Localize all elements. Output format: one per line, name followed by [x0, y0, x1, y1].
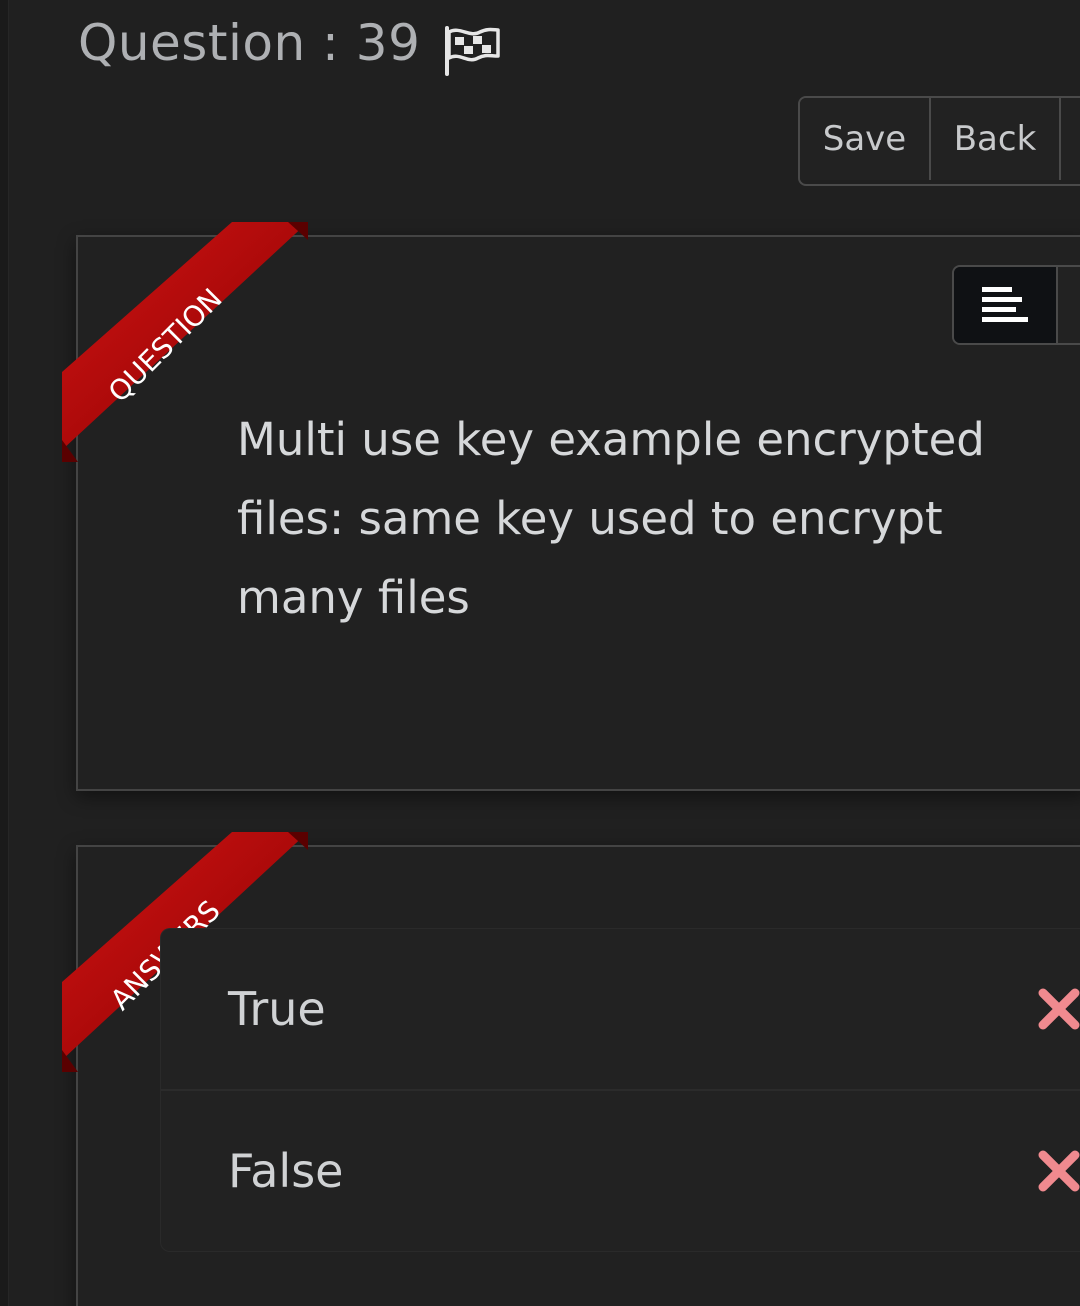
- left-edge-divider: [0, 0, 9, 1306]
- question-number-title: Question : 39: [78, 14, 421, 72]
- x-icon: [1038, 1150, 1080, 1192]
- answer-list: True False: [160, 928, 1080, 1252]
- quiz-page: Question : 39 Save Back QUESTION Multi u…: [0, 0, 1080, 1306]
- answer-label: True: [228, 982, 326, 1036]
- answer-option-false[interactable]: False: [161, 1091, 1080, 1251]
- answer-option-true[interactable]: True: [161, 929, 1080, 1091]
- answer-label: False: [228, 1144, 344, 1198]
- back-button[interactable]: Back: [931, 98, 1061, 180]
- x-icon: [1038, 988, 1080, 1030]
- save-button[interactable]: Save: [800, 98, 931, 180]
- next-button-partial[interactable]: [1061, 98, 1080, 180]
- align-left-icon: [982, 287, 1028, 322]
- action-button-group: Save Back: [798, 96, 1080, 186]
- flag-icon[interactable]: [440, 24, 504, 76]
- question-text: Multi use key example encrypted files: s…: [237, 413, 985, 624]
- text-align-group: [952, 265, 1080, 345]
- align-other-button-partial[interactable]: [1058, 267, 1080, 343]
- align-left-button[interactable]: [954, 267, 1058, 343]
